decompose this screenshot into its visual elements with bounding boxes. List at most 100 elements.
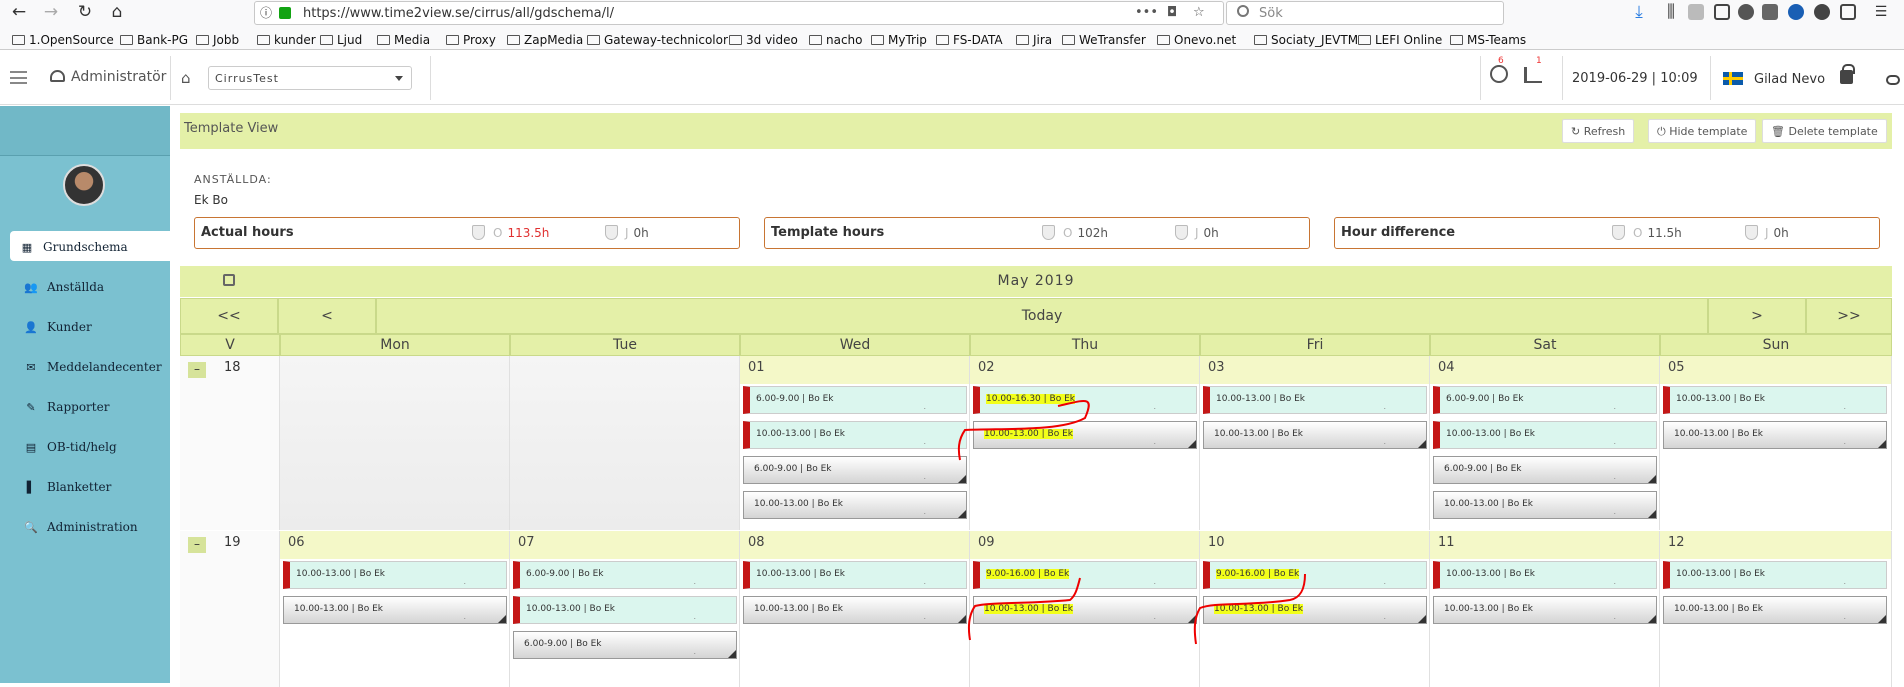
shift-entry[interactable]: 10.00-13.00 | Bo Ek. [1663,421,1887,449]
sweden-flag-icon[interactable] [1723,72,1743,85]
camera-icon[interactable] [1762,4,1778,20]
bookmark-item[interactable]: 3d video [729,33,798,47]
shift-entry[interactable]: 10.00-13.00 | Bo Ek. [1663,386,1887,414]
shift-entry[interactable]: 10.00-13.00 | Bo Ek. [743,596,967,624]
day-cell[interactable]: 11 10.00-13.00 | Bo Ek. 10.00-13.00 | Bo E… [1430,531,1660,687]
bookmark-item[interactable]: nacho [809,33,863,47]
search-bar[interactable]: Sök [1226,1,1504,25]
bookmark-item[interactable]: LEFI Online [1358,33,1442,47]
shift-entry[interactable]: 10.00-13.00 | Bo Ek. [513,596,737,624]
chat-icon[interactable] [1886,75,1900,85]
collapse-week-button[interactable]: – [188,537,206,553]
hide-template-button[interactable]: ⏻ Hide template [1648,119,1757,143]
home-icon[interactable]: ⌂ [181,69,191,87]
shift-entry[interactable]: 10.00-13.00 | Bo Ek. [1203,421,1427,449]
next-button[interactable]: > [1708,298,1806,334]
shift-entry[interactable]: 10.00-13.00 | Bo Ek. [743,491,967,519]
pocket-icon[interactable]: ◘ [1167,5,1177,20]
day-cell[interactable]: 01 6.00-9.00 | Bo Ek. 10.00-13.00 | Bo Ek.… [740,356,970,530]
shift-entry[interactable]: 10.00-13.00 | Bo Ek. [1433,596,1657,624]
collapse-week-button[interactable]: – [188,362,206,378]
avatar[interactable] [63,164,105,206]
employee-name[interactable]: Ek Bo [194,193,228,207]
day-cell[interactable] [510,356,740,530]
shift-entry[interactable]: 10.00-13.00 | Bo Ek. [1203,386,1427,414]
shift-entry[interactable]: 6.00-9.00 | Bo Ek. [743,386,967,414]
refresh-button[interactable]: ↻ Refresh [1562,119,1635,143]
delete-template-button[interactable]: 🗑 Delete template [1762,119,1887,143]
customer-select[interactable]: CirrusTest [208,66,412,90]
sidebar-item-administration[interactable]: 🔍 Administration [24,520,137,534]
forward-icon[interactable]: → [38,1,64,23]
sidebar-icon[interactable] [1714,4,1730,20]
bookmark-item[interactable]: Media [377,33,430,47]
day-cell[interactable]: 10 9.00-16.00 | Bo Ek. 10.00-13.00 | Bo Ek… [1200,531,1430,687]
shift-entry[interactable]: 6.00-9.00 | Bo Ek. [743,456,967,484]
day-cell[interactable]: 09 9.00-16.00 | Bo Ek. 10.00-13.00 | Bo Ek… [970,531,1200,687]
shift-entry[interactable]: 9.00-16.00 | Bo Ek. [1203,561,1427,589]
day-cell[interactable]: 04 6.00-9.00 | Bo Ek. 10.00-13.00 | Bo Ek.… [1430,356,1660,530]
shift-entry[interactable]: 10.00-13.00 | Bo Ek. [283,561,507,589]
shift-entry[interactable]: 10.00-13.00 | Bo Ek. [743,561,967,589]
extension-icon[interactable] [1738,4,1754,20]
bookmark-item[interactable]: kunder [257,33,316,47]
day-cell[interactable]: 12 10.00-13.00 | Bo Ek. 10.00-13.00 | Bo E… [1660,531,1892,687]
shift-entry[interactable]: 6.00-9.00 | Bo Ek. [1433,456,1657,484]
bookmark-item[interactable]: FS-DATA [936,33,1003,47]
shift-entry[interactable]: 6.00-9.00 | Bo Ek. [513,561,737,589]
day-cell[interactable] [280,356,510,530]
bookmark-item[interactable]: Jobb [196,33,239,47]
prev-button[interactable]: < [278,298,376,334]
reload-icon[interactable]: ↻ [72,1,98,23]
url-text[interactable]: https://www.time2view.se/cirrus/all/gdsc… [303,6,614,21]
bookmark-item[interactable]: Ljud [320,33,362,47]
adblock-icon[interactable] [1688,4,1704,20]
day-cell[interactable]: 07 6.00-9.00 | Bo Ek. 10.00-13.00 | Bo Ek.… [510,531,740,687]
bookmark-item[interactable]: Jira [1016,33,1052,47]
shift-entry[interactable]: 10.00-13.00 | Bo Ek. [283,596,507,624]
page-actions-icon[interactable]: ••• [1135,5,1158,20]
today-button[interactable]: Today [376,298,1708,334]
bookmark-item[interactable]: Sociaty_JEVTM [1254,33,1358,47]
shift-entry[interactable]: 10.00-13.00 | Bo Ek. [1663,561,1887,589]
sidebar-item-rapporter[interactable]: ✎ Rapporter [24,400,109,414]
first-button[interactable]: << [180,298,278,334]
shift-entry[interactable]: 9.00-16.00 | Bo Ek. [973,561,1197,589]
sidebar-item-kunder[interactable]: 👤 Kunder [24,320,92,334]
shift-entry[interactable]: 10.00-13.00 | Bo Ek. [1433,421,1657,449]
day-cell[interactable]: 08 10.00-13.00 | Bo Ek. 10.00-13.00 | Bo E… [740,531,970,687]
day-cell[interactable]: 02 10.00-16.30 | Bo Ek. 10.00-13.00 | Bo E… [970,356,1200,530]
bookmark-item[interactable]: Onevo.net [1157,33,1236,47]
bookmark-item[interactable]: Gateway-technicolor [587,33,728,47]
info-icon[interactable]: ⓘ [257,2,275,24]
library-icon[interactable]: ⫼ [1658,1,1684,23]
sidebar-item-ob-tid-helg[interactable]: ▤ OB-tid/helg [24,440,117,454]
support-icon[interactable] [1490,65,1508,83]
tabs-icon[interactable] [1840,4,1856,20]
extension-blue-icon[interactable] [1788,4,1804,20]
bookmark-item[interactable]: ZapMedia [507,33,583,47]
bookmark-item[interactable]: MyTrip [871,33,927,47]
hamburger-icon[interactable] [10,71,27,84]
shift-entry[interactable]: 10.00-13.00 | Bo Ek. [1433,491,1657,519]
bookmark-item[interactable]: 1.OpenSource [12,33,114,47]
shift-entry[interactable]: 10.00-13.00 | Bo Ek. [743,421,967,449]
bookmark-item[interactable]: MS-Teams [1450,33,1526,47]
download-icon[interactable]: ⤓ [1626,1,1652,23]
day-cell[interactable]: 03 10.00-13.00 | Bo Ek. 10.00-13.00 | Bo E… [1200,356,1430,530]
home-icon[interactable]: ⌂ [104,1,130,23]
back-icon[interactable]: ← [6,1,32,23]
sidebar-item-blanketter[interactable]: ▌ Blanketter [24,480,112,494]
stats-icon[interactable] [1524,67,1542,83]
role-label[interactable]: Administratör [50,69,166,85]
day-cell[interactable]: 05 10.00-13.00 | Bo Ek. 10.00-13.00 | Bo E… [1660,356,1892,530]
url-bar[interactable]: ⓘ https://www.time2view.se/cirrus/all/gd… [254,1,1224,25]
username[interactable]: Gilad Nevo [1754,72,1825,87]
shift-entry[interactable]: 10.00-13.00 | Bo Ek. [973,421,1197,449]
shift-entry[interactable]: 6.00-9.00 | Bo Ek. [513,631,737,659]
shift-entry[interactable]: 10.00-13.00 | Bo Ek. [1663,596,1887,624]
shift-entry[interactable]: 6.00-9.00 | Bo Ek. [1433,386,1657,414]
shift-entry[interactable]: 10.00-13.00 | Bo Ek. [1203,596,1427,624]
sidebar-item-meddelandecenter[interactable]: ✉ Meddelandecenter [24,360,161,374]
shift-entry[interactable]: 10.00-13.00 | Bo Ek. [1433,561,1657,589]
